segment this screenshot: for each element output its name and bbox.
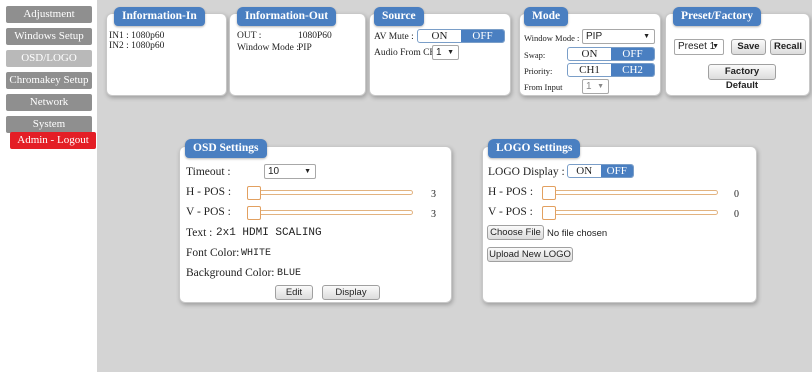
- information-in-panel: Information-In IN1 : 1080p60 IN2 : 1080p…: [106, 7, 227, 96]
- out-label: OUT :: [237, 31, 262, 41]
- osd-text-label: Text :: [186, 227, 213, 239]
- from-input-label: From Input: [524, 82, 563, 92]
- timeout-value: 10: [268, 166, 280, 177]
- osd-hpos-label: H - POS :: [186, 186, 232, 198]
- dropdown-arrow-icon: ▼: [304, 168, 311, 175]
- logo-vpos-value: 0: [734, 209, 739, 220]
- priority-ch2[interactable]: CH2: [611, 64, 654, 76]
- no-file-chosen-text: No file chosen: [547, 228, 608, 239]
- dropdown-arrow-icon: ▼: [597, 83, 604, 90]
- priority-toggle[interactable]: CH1 CH2: [567, 63, 655, 77]
- panel-title: Preset/Factory: [673, 7, 761, 26]
- logo-display-on[interactable]: ON: [568, 165, 601, 177]
- mode-panel: Mode Window Mode : PIP ▼ Swap: ON OFF Pr…: [519, 7, 661, 96]
- recall-button[interactable]: Recall: [770, 39, 806, 55]
- slider-thumb[interactable]: [247, 206, 261, 220]
- sidebar: Adjustment Windows Setup OSD/LOGO Settin…: [0, 0, 97, 372]
- osd-vpos-slider[interactable]: [247, 206, 413, 220]
- sidebar-item-windows-setup[interactable]: Windows Setup: [6, 28, 92, 45]
- swap-label: Swap:: [524, 50, 546, 60]
- slider-track: [542, 210, 718, 215]
- display-button[interactable]: Display: [322, 285, 380, 300]
- av-mute-toggle[interactable]: ON OFF: [417, 29, 505, 43]
- from-input-value: 1: [586, 81, 592, 92]
- sidebar-item-chromakey-setup[interactable]: Chromakey Setup: [6, 72, 92, 89]
- upload-new-logo-button[interactable]: Upload New LOGO: [487, 247, 573, 262]
- preset-value: Preset 1: [678, 41, 716, 52]
- panel-title: Mode: [524, 7, 569, 26]
- out-value: 1080P60: [298, 31, 332, 41]
- window-mode-value: PIP: [298, 43, 312, 53]
- slider-thumb[interactable]: [542, 206, 556, 220]
- mode-window-mode-value: PIP: [586, 31, 603, 42]
- mode-window-mode-select[interactable]: PIP ▼: [582, 29, 655, 44]
- from-input-select[interactable]: 1 ▼: [582, 79, 609, 94]
- logo-hpos-label: H - POS :: [488, 186, 534, 198]
- panel-title: Source: [374, 7, 424, 26]
- font-color-value: WHITE: [241, 248, 272, 259]
- background-color-label: Background Color:: [186, 267, 275, 279]
- save-button[interactable]: Save: [731, 39, 766, 55]
- priority-ch1[interactable]: CH1: [568, 64, 611, 76]
- timeout-label: Timeout :: [186, 166, 231, 178]
- preset-factory-panel: Preset/Factory Preset 1 ▼ Save Recall Fa…: [665, 7, 810, 96]
- sidebar-item-osd-logo-settings[interactable]: OSD/LOGO Settings: [6, 50, 92, 81]
- panel-title: LOGO Settings: [488, 139, 581, 158]
- sidebar-item-adjustment[interactable]: Adjustment: [6, 6, 92, 23]
- panel-title: OSD Settings: [185, 139, 267, 158]
- edit-button[interactable]: Edit: [275, 285, 313, 300]
- osd-vpos-label: V - POS :: [186, 206, 231, 218]
- logo-hpos-slider[interactable]: [542, 186, 718, 200]
- logo-display-toggle[interactable]: ON OFF: [567, 164, 634, 178]
- slider-thumb[interactable]: [542, 186, 556, 200]
- information-out-panel: Information-Out OUT : 1080P60 Window Mod…: [229, 7, 366, 96]
- slider-track: [247, 210, 413, 215]
- in2-status: IN2 : 1080p60: [109, 41, 165, 51]
- logo-settings-panel: LOGO Settings LOGO Display : ON OFF H - …: [482, 139, 757, 303]
- osd-hpos-value: 3: [431, 189, 436, 200]
- osd-hpos-slider[interactable]: [247, 186, 413, 200]
- av-mute-label: AV Mute :: [374, 32, 414, 42]
- swap-on[interactable]: ON: [568, 48, 611, 60]
- logo-display-label: LOGO Display :: [488, 166, 565, 178]
- audio-channel-value: 1: [436, 47, 442, 58]
- panel-title: Information-In: [114, 7, 205, 26]
- logo-vpos-label: V - POS :: [488, 206, 533, 218]
- factory-default-button[interactable]: Factory Default: [708, 64, 776, 91]
- dropdown-arrow-icon: ▼: [447, 49, 454, 56]
- osd-settings-panel: OSD Settings Timeout : 10 ▼ H - POS : 3 …: [179, 139, 452, 303]
- osd-text-value: 2x1 HDMI SCALING: [216, 227, 322, 239]
- logout-button[interactable]: Admin - Logout: [10, 132, 96, 149]
- window-mode-label: Window Mode :: [237, 43, 299, 53]
- logo-display-off[interactable]: OFF: [600, 165, 633, 177]
- panel-title: Information-Out: [237, 7, 337, 26]
- swap-off[interactable]: OFF: [611, 48, 654, 60]
- swap-toggle[interactable]: ON OFF: [567, 47, 655, 61]
- slider-thumb[interactable]: [247, 186, 261, 200]
- mode-window-mode-label: Window Mode :: [524, 33, 580, 43]
- dropdown-arrow-icon: ▼: [712, 43, 719, 50]
- sidebar-item-network[interactable]: Network: [6, 94, 92, 111]
- sidebar-item-system[interactable]: System: [6, 116, 92, 133]
- audio-channel-select[interactable]: 1 ▼: [432, 45, 459, 60]
- dropdown-arrow-icon: ▼: [643, 33, 650, 40]
- font-color-label: Font Color:: [186, 247, 240, 259]
- slider-track: [247, 190, 413, 195]
- preset-select[interactable]: Preset 1 ▼: [674, 39, 724, 55]
- logo-vpos-slider[interactable]: [542, 206, 718, 220]
- logo-hpos-value: 0: [734, 189, 739, 200]
- av-mute-off[interactable]: OFF: [461, 30, 504, 42]
- source-panel: Source AV Mute : ON OFF Audio From CH 1 …: [369, 7, 511, 96]
- av-mute-on[interactable]: ON: [418, 30, 461, 42]
- slider-track: [542, 190, 718, 195]
- audio-from-ch-label: Audio From CH: [374, 48, 437, 58]
- background-color-value: BLUE: [277, 268, 302, 279]
- choose-file-button[interactable]: Choose File: [487, 225, 544, 240]
- osd-vpos-value: 3: [431, 209, 436, 220]
- timeout-select[interactable]: 10 ▼: [264, 164, 316, 179]
- priority-label: Priority:: [524, 66, 553, 76]
